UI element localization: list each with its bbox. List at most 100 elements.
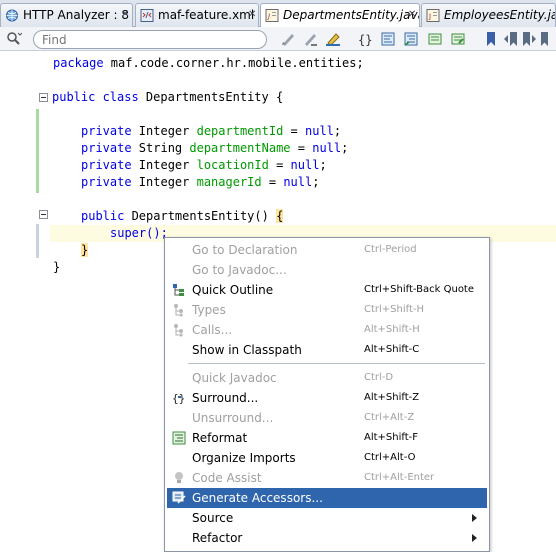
menu-item-source[interactable]: Source — [167, 508, 487, 528]
code-line: super(); — [110, 225, 168, 242]
svg-text:J: J — [428, 13, 431, 21]
menu-item-quick-outline[interactable]: Quick Outline Ctrl+Shift-Back Quote — [167, 280, 487, 300]
code-line: private String departmentName = null; — [81, 140, 348, 157]
menu-item-refactor[interactable]: Refactor — [167, 528, 487, 548]
type-hierarchy-icon — [174, 304, 183, 317]
close-icon[interactable]: ✕ — [121, 4, 129, 26]
keyword: public class — [52, 90, 139, 104]
tab-employees-entity[interactable]: J EmployeesEntity.java — [421, 3, 556, 27]
menu-item-shortcut: Ctrl-Period — [364, 244, 417, 255]
keyword: private — [81, 124, 132, 138]
class-declaration: DepartmentsEntity { — [138, 90, 284, 104]
menu-item-types[interactable]: Types Ctrl+Shift-H — [167, 300, 487, 320]
menu-item-label: Unsurround... — [192, 411, 274, 425]
outline-icon — [173, 284, 184, 296]
menu-item-code-assist[interactable]: Code Assist Ctrl+Alt-Enter — [167, 468, 487, 488]
menu-item-label: Go to Declaration — [192, 243, 298, 257]
find-next-icon[interactable] — [302, 31, 318, 47]
field-type: Integer — [131, 124, 197, 138]
tab-departments-entity[interactable]: J DepartmentsEntity.java ✕ — [260, 3, 420, 28]
find-previous-icon[interactable] — [280, 31, 296, 47]
field-name: managerId — [196, 175, 262, 189]
toggle-bookmark-icon[interactable] — [483, 31, 499, 47]
comment-icon[interactable] — [427, 31, 443, 47]
menu-item-label: Show in Classpath — [192, 343, 302, 357]
punctuation: ; — [333, 124, 342, 138]
lightbulb-icon — [175, 472, 183, 483]
fold-collapse-icon[interactable] — [39, 210, 48, 219]
menu-item-label: Go to Javadoc... — [192, 263, 287, 277]
menu-item-generate-accessors[interactable]: Generate Accessors... — [167, 488, 487, 508]
operator: = — [261, 175, 284, 189]
menu-item-organize-imports[interactable]: Organize Imports Ctrl+Alt-O — [167, 448, 487, 468]
menu-item-surround[interactable]: {} Surround... Alt+Shift-Z — [167, 388, 487, 408]
brace-match-icon[interactable]: {} — [358, 31, 374, 47]
search-icon[interactable] — [6, 31, 22, 47]
shift-right-icon[interactable] — [403, 31, 419, 47]
menu-item-unsurround[interactable]: Unsurround... Ctrl+Alt-Z — [167, 408, 487, 428]
tab-label: maf-feature.xml — [158, 8, 255, 22]
fold-collapse-icon[interactable] — [39, 93, 48, 102]
menu-item-quick-javadoc[interactable]: Quick Javadoc Ctrl-D — [167, 368, 487, 388]
next-bookmark-icon[interactable] — [521, 31, 537, 47]
submenu-arrow-icon — [472, 534, 477, 542]
field-name: departmentId — [196, 124, 284, 138]
menu-item-label: Quick Javadoc — [192, 371, 277, 385]
menu-item-shortcut: Ctrl+Alt-Enter — [364, 472, 435, 483]
brace: } — [81, 243, 89, 257]
reformat-icon — [172, 431, 186, 445]
tab-label: EmployeesEntity.java — [444, 8, 555, 22]
menu-item-shortcut: Alt+Shift-C — [364, 344, 420, 355]
code-line: public class DepartmentsEntity { — [52, 89, 283, 106]
menu-item-show-in-classpath[interactable]: Show in Classpath Alt+Shift-C — [167, 340, 487, 360]
code-line: public DepartmentsEntity() { — [81, 208, 284, 225]
menu-item-calls[interactable]: Calls... Alt+Shift-H — [167, 320, 487, 340]
java-file-icon: J — [265, 9, 279, 22]
package-name: maf.code.corner.hr.mobile.entities; — [103, 56, 364, 70]
field-name: locationId — [196, 158, 269, 172]
keyword: null — [305, 124, 334, 138]
generate-accessors-icon — [172, 491, 186, 504]
uncomment-icon[interactable] — [450, 31, 466, 47]
java-file-icon: J — [426, 9, 440, 22]
menu-item-go-to-javadoc[interactable]: Go to Javadoc... — [167, 260, 487, 280]
punctuation: ; — [341, 141, 349, 155]
menu-item-label: Generate Accessors... — [192, 491, 323, 505]
menu-item-go-to-declaration[interactable]: Go to Declaration Ctrl-Period — [167, 240, 487, 260]
field-name: departmentName — [189, 141, 291, 155]
menu-item-shortcut: Ctrl+Shift-H — [364, 304, 425, 315]
previous-bookmark-icon[interactable] — [503, 31, 519, 47]
clear-bookmarks-icon[interactable] — [539, 31, 555, 47]
submenu-arrow-icon — [472, 514, 477, 522]
shift-left-icon[interactable] — [380, 31, 396, 47]
punctuation: ; — [312, 175, 320, 189]
menu-item-label: Surround... — [192, 391, 259, 405]
menu-item-label: Code Assist — [192, 471, 262, 485]
toggle-highlight-icon[interactable] — [325, 31, 341, 47]
code-line: private Integer departmentId = null; — [81, 123, 341, 140]
close-icon[interactable]: ✕ — [248, 4, 256, 26]
tab-label: DepartmentsEntity.java — [283, 8, 420, 22]
menu-item-label: Organize Imports — [192, 451, 296, 465]
menu-item-label: Calls... — [192, 323, 233, 337]
menu-item-label: Types — [192, 303, 226, 317]
field-type: Integer — [131, 158, 197, 172]
keyword: private — [81, 175, 132, 189]
menu-item-shortcut: Ctrl+Alt-Z — [364, 412, 415, 423]
constructor-name: DepartmentsEntity() — [124, 209, 277, 223]
menu-item-shortcut: Alt+Shift-Z — [364, 392, 420, 403]
tab-maf-feature-xml[interactable]: maf-feature.xml ✕ — [135, 3, 259, 27]
menu-item-reformat[interactable]: Reformat Alt+Shift-F — [167, 428, 487, 448]
menu-item-shortcut: Ctrl+Shift-Back Quote — [364, 284, 475, 295]
code-line: private Integer managerId = null; — [81, 174, 319, 191]
tab-http-analyzer[interactable]: HTTP Analyzer : 8 ✕ — [0, 3, 133, 27]
xml-file-icon — [140, 9, 154, 22]
operator: = — [268, 158, 291, 172]
search-input[interactable] — [42, 32, 257, 47]
punctuation: ; — [319, 158, 327, 172]
search-box[interactable] — [33, 30, 267, 49]
close-icon[interactable]: ✕ — [408, 4, 416, 26]
menu-separator — [188, 363, 485, 364]
keyword: private — [81, 141, 132, 155]
change-marker — [36, 224, 39, 258]
